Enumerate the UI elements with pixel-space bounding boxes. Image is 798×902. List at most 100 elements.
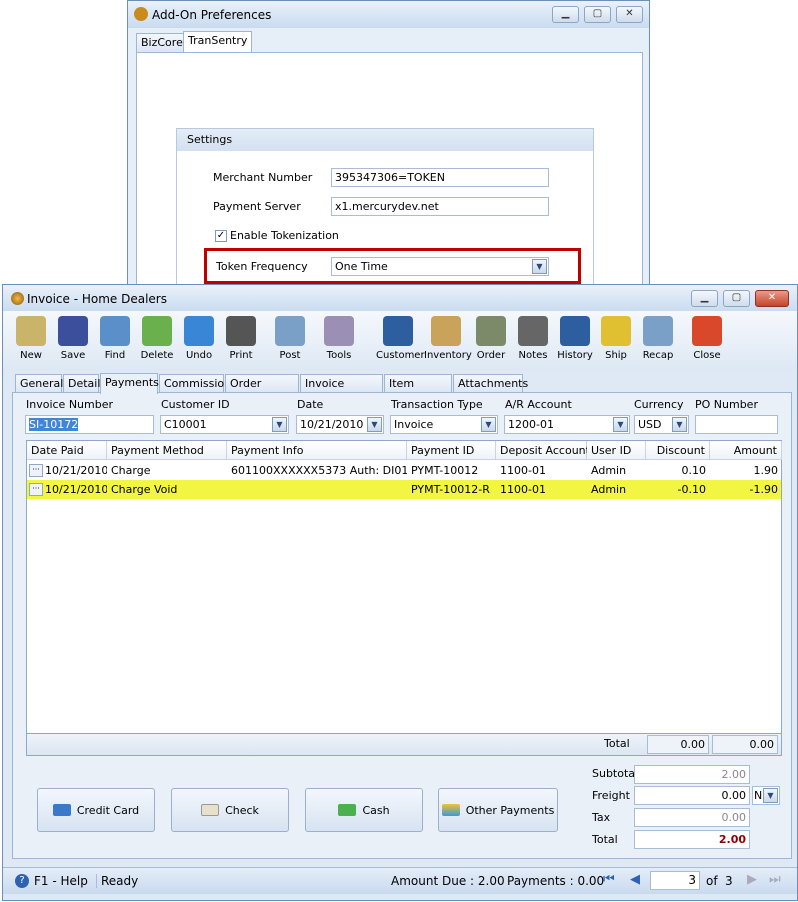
- recap-button[interactable]: Recap: [636, 316, 680, 361]
- tab-commission[interactable]: Commission: [159, 374, 231, 393]
- cash-button[interactable]: Cash: [305, 788, 423, 832]
- ship-label: Ship: [605, 350, 627, 361]
- tab-detail[interactable]: Detail: [63, 374, 100, 393]
- payments-total: Payments : 0.00: [507, 874, 605, 888]
- table-row[interactable]: ··· 10/21/2010 Charge Void PYMT-10012-R 1100…: [27, 480, 781, 499]
- tax-label: Tax: [592, 811, 611, 824]
- tab-invoice-history[interactable]: Invoice History: [300, 374, 383, 408]
- check-button[interactable]: Check: [171, 788, 289, 832]
- credit-card-button[interactable]: Credit Card: [37, 788, 155, 832]
- settings-header: Settings: [177, 129, 593, 151]
- column-header-payment-method[interactable]: Payment Method: [107, 441, 227, 460]
- column-header-date-paid[interactable]: Date Paid: [27, 441, 107, 460]
- inventory-button[interactable]: Inventory: [424, 316, 472, 361]
- notes-button[interactable]: Notes: [511, 316, 555, 361]
- date-picker[interactable]: 10/21/2010 ▼: [296, 415, 384, 434]
- chevron-down-icon[interactable]: ▼: [763, 788, 778, 803]
- minimize-button[interactable]: ▁: [552, 6, 579, 23]
- table-row[interactable]: ··· 10/21/2010 Charge 601100XXXXXX5373 Auth…: [27, 461, 781, 480]
- ar-account-value: 1200-01: [508, 418, 554, 431]
- history-label: History: [557, 350, 593, 361]
- tab-attachments[interactable]: Attachments: [453, 374, 528, 393]
- column-header-amount[interactable]: Amount: [710, 441, 782, 460]
- notes-label: Notes: [518, 350, 548, 361]
- enable-tokenization-checkbox[interactable]: ✓: [215, 230, 227, 242]
- post-button[interactable]: Post: [268, 316, 312, 361]
- chevron-down-icon[interactable]: ▼: [672, 417, 687, 432]
- column-header-payment-id[interactable]: Payment ID: [407, 441, 496, 460]
- maximize-button[interactable]: ▢: [723, 290, 750, 307]
- close-button[interactable]: ✕: [616, 6, 643, 23]
- chevron-down-icon[interactable]: ▼: [532, 259, 547, 274]
- delete-button[interactable]: Delete: [135, 316, 179, 361]
- maximize-button[interactable]: ▢: [584, 6, 611, 23]
- column-header-deposit-account[interactable]: Deposit Account: [496, 441, 590, 460]
- column-header-user-id[interactable]: User ID: [587, 441, 646, 460]
- app-icon: [11, 292, 24, 305]
- check-icon: [201, 804, 220, 816]
- tab-order-history[interactable]: Order History: [225, 374, 299, 408]
- new-button[interactable]: New: [9, 316, 53, 361]
- previous-record-icon[interactable]: ◀: [630, 872, 640, 887]
- ship-button[interactable]: Ship: [594, 316, 638, 361]
- chevron-down-icon[interactable]: ▼: [367, 417, 382, 432]
- chevron-down-icon[interactable]: ▼: [481, 417, 496, 432]
- help-icon[interactable]: ?: [15, 874, 29, 888]
- undo-button[interactable]: Undo: [177, 316, 221, 361]
- tax-value: 0.00: [634, 808, 750, 827]
- payment-server-input[interactable]: x1.mercurydev.net: [331, 197, 549, 216]
- chevron-down-icon[interactable]: ▼: [272, 417, 287, 432]
- column-header-discount[interactable]: Discount: [646, 441, 710, 460]
- next-record-icon[interactable]: ▶: [747, 872, 757, 887]
- freight-option-select[interactable]: N ▼: [752, 786, 780, 805]
- first-record-icon[interactable]: ⏮: [603, 872, 615, 887]
- tab-item-history[interactable]: Item History: [384, 374, 452, 408]
- date-label: Date: [297, 398, 324, 411]
- transaction-type-select[interactable]: Invoice ▼: [390, 415, 498, 434]
- transaction-type-label: Transaction Type: [391, 398, 483, 411]
- other-payments-button[interactable]: Other Payments: [438, 788, 558, 832]
- close-button[interactable]: ✕: [755, 290, 789, 307]
- status-text: Ready: [96, 874, 138, 888]
- merchant-number-input[interactable]: 395347306=TOKEN: [331, 168, 549, 187]
- invoice-titlebar: Invoice - Home Dealers ▁ ▢ ✕: [3, 285, 797, 312]
- help-label[interactable]: F1 - Help: [34, 874, 88, 888]
- tab-general[interactable]: General: [15, 374, 63, 393]
- minimize-button[interactable]: ▁: [691, 290, 718, 307]
- last-record-icon[interactable]: ⏭: [769, 872, 781, 887]
- token-frequency-select[interactable]: One Time ▼: [331, 257, 549, 276]
- notes-icon: [518, 316, 548, 346]
- customer-button[interactable]: Customer: [376, 316, 425, 361]
- freight-input[interactable]: 0.00: [634, 786, 750, 805]
- currency-select[interactable]: USD ▼: [634, 415, 689, 434]
- cell: 1.90: [753, 464, 779, 477]
- print-button[interactable]: Print: [219, 316, 263, 361]
- token-frequency-label: Token Frequency: [216, 260, 308, 273]
- find-button[interactable]: Find: [93, 316, 137, 361]
- chevron-down-icon[interactable]: ▼: [613, 417, 628, 432]
- check-label: Check: [225, 803, 259, 817]
- customer-id-select[interactable]: C10001 ▼: [160, 415, 289, 434]
- tab-payments[interactable]: Payments: [100, 373, 159, 394]
- save-button[interactable]: Save: [51, 316, 95, 361]
- tools-icon: [324, 316, 354, 346]
- order-button[interactable]: Order: [469, 316, 513, 361]
- record-number-input[interactable]: 3: [650, 871, 700, 890]
- cell: 0.10: [681, 464, 707, 477]
- total-amount: 0.00: [712, 735, 778, 754]
- total-label: Total: [592, 833, 618, 846]
- po-number-input[interactable]: [695, 415, 778, 434]
- cell: 1100-01: [500, 483, 546, 496]
- cash-label: Cash: [362, 803, 390, 817]
- save-label: Save: [60, 350, 86, 361]
- column-header-payment-info[interactable]: Payment Info: [227, 441, 407, 460]
- customer-id-value: C10001: [164, 418, 207, 431]
- tab-bizcore[interactable]: BizCore: [136, 33, 188, 52]
- tools-button[interactable]: Tools: [317, 316, 361, 361]
- ar-account-select[interactable]: 1200-01 ▼: [504, 415, 630, 434]
- payment-server-label: Payment Server: [213, 200, 301, 213]
- close-button[interactable]: Close: [685, 316, 729, 361]
- history-button[interactable]: History: [553, 316, 597, 361]
- invoice-number-input[interactable]: SI-10172: [25, 415, 154, 434]
- tab-transentry[interactable]: TranSentry: [183, 31, 253, 52]
